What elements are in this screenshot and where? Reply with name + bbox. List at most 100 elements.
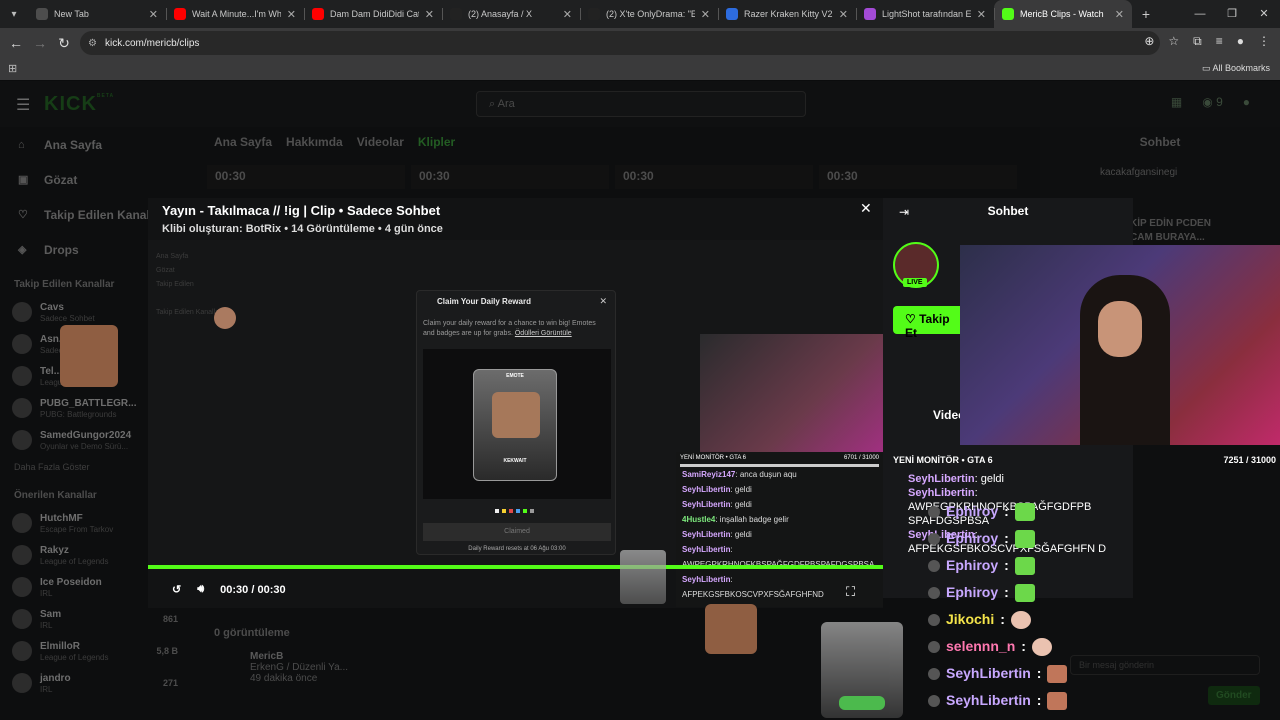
- chat-username[interactable]: SeyhLibertin: [946, 660, 1031, 687]
- toolbar-actions: ⊕ ☆ ⧉ ≡ ● ⋮: [1144, 34, 1270, 49]
- drop-icon: ◈: [18, 244, 27, 256]
- chat-username[interactable]: SamiReyiz147: [682, 470, 735, 479]
- close-window-icon[interactable]: ✕: [1248, 0, 1280, 28]
- tab-4[interactable]: (2) X'te OnlyDrama: "Eldo ✕: [580, 0, 718, 28]
- tab-3[interactable]: (2) Anasayfa / X ✕: [442, 0, 580, 28]
- channel-name: Ice Poseidon: [40, 576, 102, 588]
- site-info-icon[interactable]: ⚙: [88, 38, 97, 49]
- chat-username[interactable]: Ephiroy: [946, 498, 998, 525]
- tab-0[interactable]: New Tab ✕: [28, 0, 166, 28]
- fullscreen-icon[interactable]: ⛶: [846, 584, 855, 600]
- chat-username[interactable]: Ephiroy: [946, 552, 998, 579]
- avatar: [12, 577, 32, 597]
- menu-icon[interactable]: ⋮: [1258, 34, 1270, 49]
- notifications-badge[interactable]: ◉ 9: [1202, 95, 1223, 109]
- tab-0[interactable]: Ana Sayfa: [214, 135, 272, 149]
- chat-username[interactable]: SeyhLibertin: [682, 575, 730, 584]
- tab-7[interactable]: MericB Clips - Watch ✕: [994, 0, 1132, 28]
- chat-message: Ephiroy:: [928, 552, 1067, 579]
- channel-item[interactable]: jandro IRL 271: [0, 667, 200, 699]
- clip-duration[interactable]: 00:30: [615, 165, 813, 189]
- restore-icon[interactable]: ❐: [1216, 0, 1248, 28]
- media-icon[interactable]: ≡: [1216, 34, 1223, 49]
- minimize-icon[interactable]: —: [1184, 0, 1216, 28]
- chat-username[interactable]: SeyhLibertin: [682, 545, 730, 554]
- replay-icon[interactable]: ↺: [172, 583, 181, 596]
- badge-icon: [928, 559, 940, 572]
- chat-username[interactable]: Ephiroy: [946, 525, 998, 552]
- hamburger-icon[interactable]: ☰: [16, 95, 30, 115]
- zoom-icon[interactable]: ⊕: [1144, 34, 1154, 49]
- chat-username[interactable]: selennn_n: [946, 633, 1015, 660]
- new-tab-button[interactable]: +: [1132, 6, 1160, 22]
- kick-logo[interactable]: KICKBETA: [44, 93, 114, 116]
- channel-game: IRL: [40, 588, 53, 598]
- chat-username[interactable]: SeyhLibertin: [682, 500, 730, 509]
- tab-1[interactable]: Wait A Minute...I'm White ✕: [166, 0, 304, 28]
- back-icon[interactable]: ←: [4, 35, 28, 51]
- clip-card[interactable]: MericB ErkenG / Düzenli Ya... 49 dakika …: [250, 651, 430, 684]
- chat-username[interactable]: SeyhLibertin: [682, 485, 730, 494]
- chat-username[interactable]: Jikochi: [946, 606, 994, 633]
- tab-close-icon[interactable]: ✕: [563, 8, 572, 21]
- send-button[interactable]: Gönder: [1208, 686, 1260, 705]
- tab-close-icon[interactable]: ✕: [287, 8, 296, 21]
- channel-name: HutchMF: [40, 512, 83, 524]
- channel-info: Cavs Sadece Sohbet: [40, 302, 95, 323]
- channel-info: HutchMF Escape From Tarkov: [40, 513, 113, 534]
- tab-5[interactable]: Razer Kraken Kitty V2 RZ0 ✕: [718, 0, 856, 28]
- chat-text: : anca duşun aqu: [735, 470, 797, 479]
- address-bar[interactable]: ⚙ kick.com/mericb/clips: [80, 31, 1160, 55]
- tab-close-icon[interactable]: ✕: [149, 8, 158, 21]
- chat-message: selennn_n:: [928, 633, 1067, 660]
- claimed-button[interactable]: Claimed: [423, 523, 611, 541]
- tab-3[interactable]: Klipler: [418, 135, 455, 149]
- tab-close-icon[interactable]: ✕: [701, 8, 710, 21]
- channel-item[interactable]: ElmilloR League of Legends 5,8 B: [0, 635, 200, 667]
- channel-info: SamedGungor2024 Oyunlar ve Demo Sürü...: [40, 430, 131, 451]
- tab-6[interactable]: LightShot tarafından Ekra ✕: [856, 0, 994, 28]
- chat-username[interactable]: SeyhLibertin: [682, 530, 730, 539]
- clip-duration[interactable]: 00:30: [411, 165, 609, 189]
- close-icon[interactable]: ✕: [860, 200, 872, 217]
- avatar[interactable]: ●: [1243, 95, 1250, 109]
- tab-1[interactable]: Hakkımda: [286, 135, 343, 149]
- all-bookmarks[interactable]: ▭ All Bookmarks: [1202, 63, 1270, 74]
- sidebar-item-0[interactable]: ⌂ Ana Sayfa: [0, 127, 200, 162]
- colon: :: [1004, 584, 1009, 600]
- home-icon: ⌂: [18, 138, 25, 151]
- profile-icon[interactable]: ●: [1237, 34, 1244, 49]
- emote-icon: [1010, 610, 1031, 629]
- tab-close-icon[interactable]: ✕: [977, 8, 986, 21]
- apps-icon[interactable]: ⊞: [8, 62, 17, 75]
- tab-close-icon[interactable]: ✕: [425, 8, 434, 21]
- volume-icon[interactable]: 🔊︎: [197, 583, 204, 596]
- search-input[interactable]: ⌕ Ara: [476, 91, 806, 117]
- chat-username[interactable]: SeyhLibertin: [946, 687, 1031, 714]
- tab-close-icon[interactable]: ✕: [1115, 8, 1124, 21]
- streamer-face: [1098, 301, 1142, 357]
- reload-icon[interactable]: ↻: [52, 35, 76, 52]
- tab-search-button[interactable]: ▾: [0, 0, 28, 28]
- clip-progress-bar[interactable]: [148, 565, 883, 569]
- forward-icon[interactable]: →: [28, 35, 52, 51]
- channel-name: Sam: [40, 608, 62, 620]
- bookmark-star-icon[interactable]: ☆: [1168, 34, 1179, 49]
- channel-game: Escape From Tarkov: [40, 524, 114, 534]
- clip-duration[interactable]: 00:30: [207, 165, 405, 189]
- tab-close-icon[interactable]: ✕: [839, 8, 848, 21]
- extensions-icon[interactable]: ⧉: [1193, 34, 1202, 49]
- grid-icon[interactable]: ▦: [1171, 95, 1182, 109]
- chat-username[interactable]: SeyhLibertin: [908, 473, 975, 485]
- chat-username[interactable]: 4Hustle4: [682, 515, 715, 524]
- tab-2[interactable]: Videolar: [357, 135, 404, 149]
- sidebar-item-1[interactable]: ▣ Gözat: [0, 162, 200, 197]
- chat-message-input[interactable]: Bir mesaj gönderin: [1070, 655, 1260, 675]
- emote-icon: [1014, 502, 1035, 521]
- clip-duration[interactable]: 00:30: [819, 165, 1017, 189]
- url-text: kick.com/mericb/clips: [104, 37, 200, 49]
- chat-message: Ephiroy:: [928, 498, 1067, 525]
- chat-username[interactable]: Ephiroy: [946, 579, 998, 606]
- reward-close-icon[interactable]: ✕: [599, 296, 607, 307]
- tab-2[interactable]: Dam Dam DidiDidi Cat - (✕: [304, 0, 442, 28]
